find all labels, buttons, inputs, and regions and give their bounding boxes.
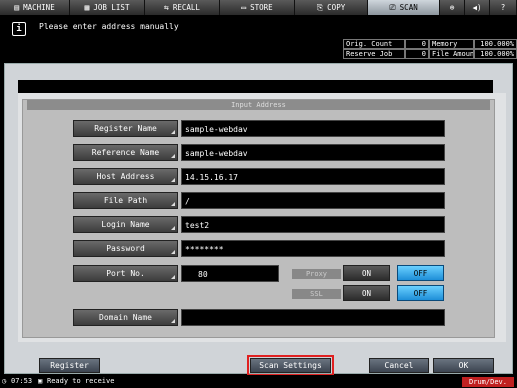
orig-count-label: Orig. Count bbox=[343, 39, 405, 49]
ready-status: Ready to receive bbox=[47, 377, 115, 385]
ssl-label: SSL bbox=[292, 289, 341, 299]
highlight-box bbox=[247, 355, 334, 376]
help-icon: ? bbox=[500, 3, 506, 12]
recall-icon: ⇆ bbox=[164, 3, 169, 12]
memory-label: Memory bbox=[429, 39, 474, 49]
memory-value: 100.000% bbox=[474, 39, 517, 49]
machine-icon: ▤ bbox=[14, 3, 20, 12]
ssl-off-button[interactable]: OFF bbox=[397, 285, 444, 301]
store-icon: ▭ bbox=[241, 3, 247, 12]
tab-copy[interactable]: ⎘ COPY bbox=[295, 0, 368, 15]
receive-icon: ▣ bbox=[38, 377, 43, 385]
scan-icon: ⎚ bbox=[389, 2, 396, 12]
orig-count-value: 0 bbox=[405, 39, 429, 49]
proxy-label: Proxy bbox=[292, 269, 341, 279]
ssl-on-button[interactable]: ON bbox=[343, 285, 390, 301]
reference-name-button[interactable]: Reference Name bbox=[73, 144, 178, 161]
login-name-button[interactable]: Login Name bbox=[73, 216, 178, 233]
reference-name-value: sample-webdav bbox=[181, 144, 445, 161]
message-text: Please enter address manually bbox=[39, 22, 179, 31]
info-icon: i bbox=[12, 22, 26, 36]
copy-icon: ⎘ bbox=[316, 2, 324, 12]
file-path-button[interactable]: File Path bbox=[73, 192, 178, 209]
domain-name-button[interactable]: Domain Name bbox=[73, 309, 178, 326]
port-no-button[interactable]: Port No. bbox=[73, 265, 178, 282]
help-button[interactable]: ? bbox=[490, 0, 517, 15]
password-value: ******** bbox=[181, 240, 445, 257]
register-button[interactable]: Register bbox=[39, 358, 100, 373]
speaker-icon: ◀) bbox=[472, 3, 482, 12]
globe-icon: ⊕ bbox=[449, 3, 455, 12]
register-name-value: sample-webdav bbox=[181, 120, 445, 137]
job-list-icon: ▦ bbox=[84, 3, 90, 12]
reserve-job-value: 0 bbox=[405, 49, 429, 59]
drum-dev-warning[interactable]: Drum/Dev. bbox=[462, 377, 514, 387]
globe-button[interactable]: ⊕ bbox=[440, 0, 465, 15]
domain-name-value bbox=[181, 309, 445, 326]
proxy-on-button[interactable]: ON bbox=[343, 265, 390, 281]
tab-store[interactable]: ▭ STORE bbox=[220, 0, 295, 15]
file-amount-value: 100.000% bbox=[474, 49, 517, 59]
tab-scan[interactable]: ⎚ SCAN bbox=[368, 0, 440, 15]
reserve-job-label: Reserve Job bbox=[343, 49, 405, 59]
header-strip bbox=[18, 80, 493, 94]
port-no-value: 80 bbox=[181, 265, 279, 282]
tab-recall[interactable]: ⇆ RECALL bbox=[145, 0, 220, 15]
password-button[interactable]: Password bbox=[73, 240, 178, 257]
clock-time: 07:53 bbox=[11, 377, 33, 385]
host-address-button[interactable]: Host Address bbox=[73, 168, 178, 185]
volume-button[interactable]: ◀) bbox=[465, 0, 490, 15]
clock-icon: ◷ bbox=[2, 377, 7, 385]
cancel-button[interactable]: Cancel bbox=[369, 358, 429, 373]
file-path-value: / bbox=[181, 192, 445, 209]
tab-job-list[interactable]: ▦ JOB LIST bbox=[70, 0, 145, 15]
host-address-value: 14.15.16.17 bbox=[181, 168, 445, 185]
panel-title: Input Address bbox=[27, 100, 490, 110]
login-name-value: test2 bbox=[181, 216, 445, 233]
ok-button[interactable]: OK bbox=[433, 358, 494, 373]
file-amount-label: File Amount bbox=[429, 49, 474, 59]
register-name-button[interactable]: Register Name bbox=[73, 120, 178, 137]
proxy-off-button[interactable]: OFF bbox=[397, 265, 444, 281]
tab-machine[interactable]: ▤ MACHINE bbox=[0, 0, 70, 15]
